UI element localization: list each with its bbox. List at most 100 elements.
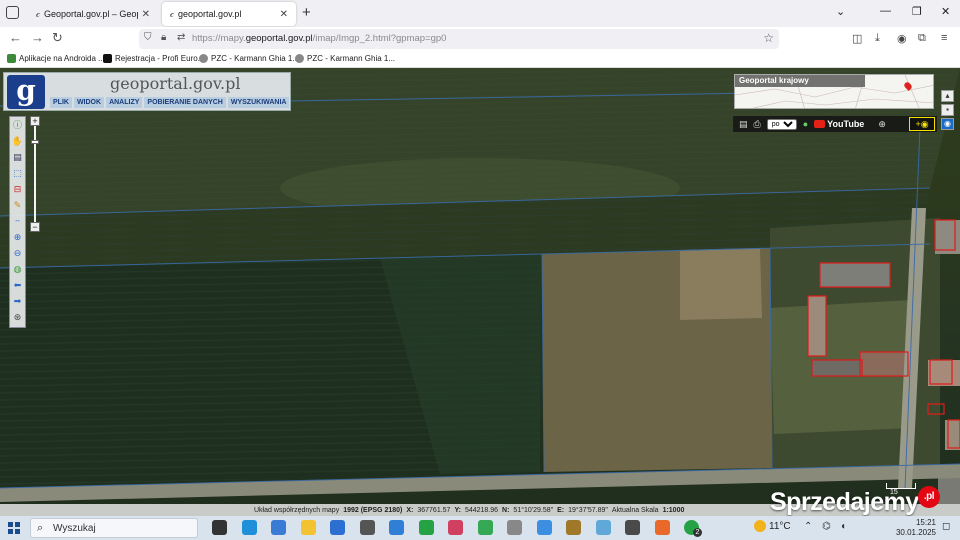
- play-icon[interactable]: [477, 520, 493, 535]
- tabs-dropdown-icon[interactable]: ⌄: [836, 5, 845, 18]
- shield-icon[interactable]: ⛉: [144, 32, 152, 43]
- map-tools-panel: ⓘ ✋ ▤ ⬚ ⊟ ✎ ↔ ⊕ ⊖ ◍ ⬅ ➡ ⊛: [9, 116, 26, 328]
- reload-icon[interactable]: ↻: [52, 31, 63, 45]
- camera-icon[interactable]: [625, 520, 640, 535]
- globe-icon[interactable]: ◍: [10, 261, 25, 277]
- windows-start-icon[interactable]: [8, 522, 20, 534]
- minimize-icon[interactable]: —: [880, 5, 891, 17]
- tab-geoportal-krajowy[interactable]: 𝒸 Geoportal.gov.pl – Geoportal krajowy ✕: [28, 2, 158, 26]
- select-icon[interactable]: ⬚: [10, 165, 25, 181]
- menu-icon[interactable]: ≡: [941, 32, 947, 44]
- weather-icon: [754, 520, 766, 532]
- expand-icon[interactable]: ▴: [941, 90, 954, 102]
- pocket-icon[interactable]: ◫: [852, 32, 862, 45]
- weather-widget[interactable]: 11°C: [754, 520, 791, 532]
- info-icon[interactable]: ⓘ: [10, 117, 25, 133]
- firefox-icon[interactable]: [654, 520, 670, 535]
- x-value: 367761.57: [417, 506, 451, 514]
- remove-icon[interactable]: ⊟: [10, 181, 25, 197]
- compass-icon[interactable]: ⊕: [878, 119, 886, 130]
- url-text[interactable]: https://mapy.geoportal.gov.pl/imap/Imgp_…: [192, 33, 446, 44]
- eye-icon[interactable]: ◉: [941, 118, 954, 130]
- zoom-out-icon[interactable]: ⊖: [10, 245, 25, 261]
- volume-icon[interactable]: ◖: [840, 521, 846, 532]
- notification-badge: 2: [693, 528, 702, 537]
- measure-icon[interactable]: ↔: [10, 213, 25, 229]
- close-tab-icon[interactable]: ✕: [142, 9, 150, 20]
- forward-icon[interactable]: →: [31, 31, 44, 45]
- close-tab-icon[interactable]: ✕: [280, 9, 288, 20]
- menu-analizy[interactable]: ANALIZY: [106, 97, 143, 108]
- help-icon[interactable]: ●: [803, 119, 808, 129]
- tab-list-icon[interactable]: [6, 6, 19, 19]
- game-icon[interactable]: [566, 520, 581, 535]
- network-icon[interactable]: ⌬: [822, 521, 831, 532]
- new-tab-icon[interactable]: +: [302, 5, 311, 20]
- pencil-icon[interactable]: ✎: [10, 197, 25, 213]
- whatsapp-icon[interactable]: [418, 520, 434, 535]
- zoom-plus-button[interactable]: +: [30, 116, 40, 126]
- minimize-panel-icon[interactable]: ▪: [941, 104, 954, 116]
- bookmark-item[interactable]: PZC - Karmann Ghia 1...: [199, 54, 299, 63]
- bookmark-item[interactable]: Rejestracja - Profi Euro...: [103, 54, 204, 63]
- geoportal-title: geoportal.gov.pl: [110, 74, 241, 93]
- extensions-icon[interactable]: ⧉: [918, 32, 926, 45]
- gallery-icon[interactable]: [448, 520, 463, 535]
- bookmark-star-icon[interactable]: ☆: [763, 31, 774, 45]
- geoportal-logo[interactable]: g: [7, 75, 45, 109]
- close-window-icon[interactable]: ✕: [941, 5, 950, 18]
- bookmark-item[interactable]: Aplikacje na Androida ...: [7, 54, 105, 63]
- zoom-in-icon[interactable]: ⊕: [10, 229, 25, 245]
- store-icon[interactable]: [271, 520, 286, 535]
- n-value: 51°10'29.58": [513, 506, 554, 514]
- globe-icon: [295, 54, 304, 63]
- accessibility-eye-icon[interactable]: +◉: [909, 117, 935, 131]
- restore-icon[interactable]: ❐: [912, 5, 922, 18]
- menu-widok[interactable]: WIDOK: [73, 97, 105, 108]
- x-label: X:: [406, 506, 414, 514]
- taskbar-search[interactable]: ⌕ Wyszukaj: [30, 518, 198, 538]
- files-icon[interactable]: [595, 520, 611, 535]
- downloads-icon[interactable]: ⤓: [875, 32, 880, 45]
- layers-icon[interactable]: ▤: [10, 149, 25, 165]
- scale-value: 1:1000: [662, 506, 685, 514]
- permissions-icon[interactable]: ⇄: [177, 32, 185, 43]
- zoom-minus-button[interactable]: −: [30, 222, 40, 232]
- back-icon[interactable]: ←: [9, 31, 22, 45]
- bookmark-item[interactable]: PZC - Karmann Ghia 1...: [295, 54, 395, 63]
- photos-icon[interactable]: [507, 520, 522, 535]
- menu-pobieranie-danych[interactable]: POBIERANIE DANYCH: [144, 97, 226, 108]
- onedrive-icon[interactable]: [536, 520, 552, 535]
- tray-chevron-icon[interactable]: ⌃: [804, 521, 812, 532]
- zoom-knob[interactable]: [31, 140, 39, 144]
- notifications-icon[interactable]: ◻: [942, 521, 950, 532]
- mail-icon[interactable]: [330, 520, 345, 535]
- language-select[interactable]: pol: [766, 118, 797, 130]
- map-viewport[interactable]: g geoportal.gov.pl PLIK WIDOK ANALIZY PO…: [0, 68, 960, 516]
- edge-icon[interactable]: [241, 520, 257, 535]
- address-bar[interactable]: ⛉ 🔒︎ ⇄ https://mapy.geoportal.gov.pl/ima…: [139, 29, 779, 49]
- clock[interactable]: 15:21 30.01.2025: [888, 518, 936, 538]
- app-icon[interactable]: [359, 520, 375, 535]
- explorer-icon[interactable]: [300, 520, 316, 535]
- back-arrow-icon[interactable]: ⬅: [10, 277, 25, 293]
- sprzedajemy-watermark: Sprzedajemy .pl: [770, 486, 940, 516]
- zoom-slider[interactable]: + −: [30, 116, 40, 234]
- coord-system-value: 1992 (EPSG 2180): [343, 506, 403, 514]
- menu-plik[interactable]: PLIK: [50, 97, 72, 108]
- whatsapp-badge-icon[interactable]: 2: [684, 520, 702, 537]
- paint-icon[interactable]: [389, 520, 404, 535]
- youtube-link[interactable]: YouTube: [814, 119, 864, 129]
- crosshair-icon[interactable]: ⊛: [10, 309, 25, 325]
- task-view-icon[interactable]: [212, 520, 227, 535]
- print-icon[interactable]: ⎙: [754, 119, 761, 130]
- legend-icon[interactable]: ▤: [739, 119, 748, 130]
- hand-pan-icon[interactable]: ✋: [10, 133, 25, 149]
- overview-map[interactable]: Geoportal krajowy: [734, 74, 934, 109]
- lock-icon[interactable]: 🔒︎: [161, 32, 166, 43]
- tab-geoportal[interactable]: 𝒸 geoportal.gov.pl ✕: [162, 2, 296, 26]
- account-icon[interactable]: ◉: [897, 32, 907, 45]
- top-toolstrip: ▤ ⎙ pol ● YouTube ⊕ +◉: [733, 116, 937, 132]
- forward-arrow-icon[interactable]: ➡: [10, 293, 25, 309]
- menu-wyszukiwania[interactable]: WYSZUKIWANIA: [227, 97, 290, 108]
